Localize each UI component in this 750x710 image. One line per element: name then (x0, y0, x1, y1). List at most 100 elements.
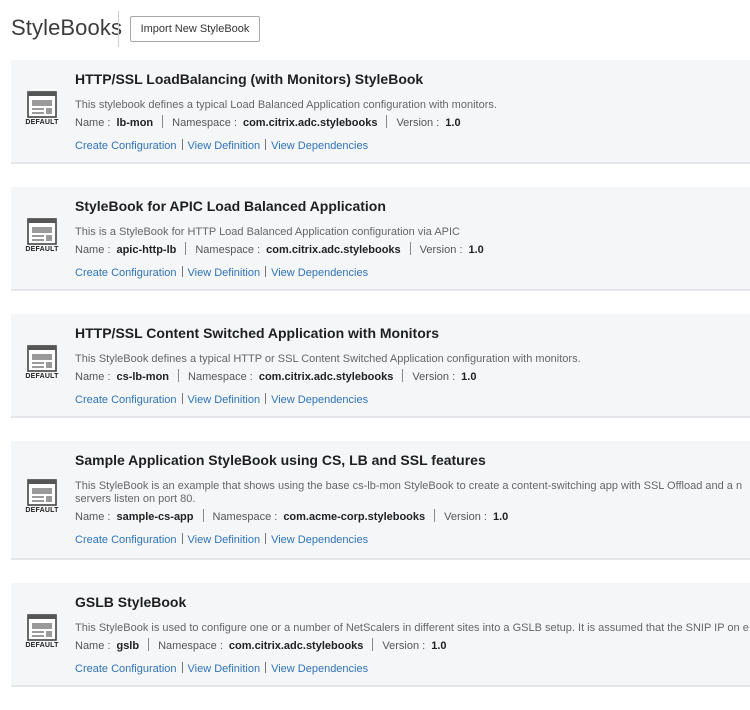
card-body: StyleBook for APIC Load Balanced Applica… (75, 196, 750, 280)
stylebook-title: GSLB StyleBook (75, 594, 187, 610)
default-badge: DEFAULT (25, 246, 59, 253)
name-value: sample-cs-app (116, 511, 194, 523)
namespace-value: com.citrix.adc.stylebooks (266, 244, 401, 256)
view-definition-link[interactable]: View Definition (188, 663, 261, 675)
view-dependencies-link[interactable]: View Dependencies (271, 140, 368, 152)
view-definition-link[interactable]: View Definition (188, 267, 261, 279)
create-configuration-link[interactable]: Create Configuration (75, 534, 177, 546)
create-configuration-link[interactable]: Create Configuration (75, 394, 177, 406)
name-value: apic-http-lb (116, 244, 177, 256)
stylebook-card: DEFAULT StyleBook for APIC Load Balanced… (11, 187, 750, 291)
meta-separator (434, 509, 436, 522)
stylebook-title: Sample Application StyleBook using CS, L… (75, 452, 486, 468)
view-definition-link[interactable]: View Definition (188, 534, 261, 546)
card-body: Sample Application StyleBook using CS, L… (75, 450, 750, 547)
namespace-label: Namespace : (172, 117, 237, 129)
name-label: Name : (75, 511, 111, 523)
namespace-value: com.citrix.adc.stylebooks (258, 371, 394, 383)
stylebook-card: DEFAULT HTTP/SSL Content Switched Applic… (11, 314, 750, 418)
create-configuration-link[interactable]: Create Configuration (75, 663, 177, 675)
document-template-icon (27, 91, 57, 118)
document-template-icon (27, 345, 57, 372)
stylebook-description: This is a StyleBook for HTTP Load Balanc… (75, 226, 461, 238)
meta-separator (372, 638, 374, 651)
stylebook-title: HTTP/SSL Content Switched Application wi… (75, 325, 439, 341)
link-separator (265, 393, 267, 404)
view-definition-link[interactable]: View Definition (188, 140, 261, 152)
page-header: StyleBooks Import New StyleBook (0, 0, 750, 60)
namespace-value: com.acme-corp.stylebooks (283, 511, 426, 523)
meta-separator (178, 369, 180, 382)
stylebook-icon-wrapper: DEFAULT (24, 479, 60, 514)
stylebook-list: DEFAULT HTTP/SSL LoadBalancing (with Mon… (11, 60, 750, 710)
default-badge: DEFAULT (25, 507, 59, 514)
stylebook-meta: Name : lb-mon Namespace : com.citrix.adc.st… (75, 115, 750, 131)
card-body: GSLB StyleBook This StyleBook is used to… (75, 592, 750, 676)
view-dependencies-link[interactable]: View Dependencies (271, 394, 368, 406)
stylebook-card: DEFAULT Sample Application StyleBook usi… (11, 441, 750, 560)
stylebook-icon-wrapper: DEFAULT (24, 91, 60, 126)
meta-separator (402, 369, 404, 382)
link-separator (265, 533, 267, 544)
name-label: Name : (75, 371, 111, 383)
card-body: HTTP/SSL Content Switched Application wi… (75, 323, 750, 407)
stylebook-icon-wrapper: DEFAULT (24, 218, 60, 253)
namespace-value: com.citrix.adc.stylebooks (228, 640, 364, 652)
stylebook-meta: Name : sample-cs-app Namespace : com.acme-c… (75, 509, 750, 525)
version-value: 1.0 (468, 244, 484, 256)
stylebook-meta: Name : cs-lb-mon Namespace : com.citrix.adc… (75, 369, 750, 385)
link-separator (181, 533, 183, 544)
version-label: Version : (419, 244, 463, 256)
stylebook-icon-wrapper: DEFAULT (24, 345, 60, 380)
stylebook-actions: Create Configuration View Definition View … (75, 393, 750, 407)
stylebook-actions: Create Configuration View Definition View … (75, 139, 750, 153)
view-definition-link[interactable]: View Definition (188, 394, 261, 406)
link-separator (181, 393, 183, 404)
stylebook-actions: Create Configuration View Definition View … (75, 662, 750, 676)
meta-separator (202, 509, 204, 522)
name-value: cs-lb-mon (116, 371, 170, 383)
view-dependencies-link[interactable]: View Dependencies (271, 663, 368, 675)
link-separator (181, 266, 183, 277)
create-configuration-link[interactable]: Create Configuration (75, 267, 177, 279)
import-stylebook-button[interactable]: Import New StyleBook (130, 16, 260, 42)
version-value: 1.0 (461, 371, 477, 383)
version-label: Version : (444, 511, 487, 523)
stylebook-actions: Create Configuration View Definition View … (75, 533, 750, 547)
view-dependencies-link[interactable]: View Dependencies (271, 267, 368, 279)
version-label: Version : (412, 371, 456, 383)
stylebook-card: DEFAULT GSLB StyleBook This StyleBook is… (11, 583, 750, 687)
stylebook-icon-wrapper: DEFAULT (24, 614, 60, 649)
default-badge: DEFAULT (25, 642, 59, 649)
namespace-label: Namespace : (158, 640, 223, 652)
meta-separator (185, 242, 187, 255)
default-badge: DEFAULT (25, 119, 59, 126)
create-configuration-link[interactable]: Create Configuration (75, 140, 177, 152)
namespace-label: Namespace : (195, 244, 261, 256)
card-body: HTTP/SSL LoadBalancing (with Monitors) S… (75, 69, 750, 153)
page-title: StyleBooks (11, 15, 123, 40)
stylebook-title: HTTP/SSL LoadBalancing (with Monitors) S… (75, 71, 424, 87)
link-separator (181, 139, 183, 150)
name-label: Name : (75, 244, 111, 256)
view-dependencies-link[interactable]: View Dependencies (271, 534, 368, 546)
namespace-value: com.citrix.adc.stylebooks (242, 117, 378, 129)
stylebook-meta: Name : apic-http-lb Namespace : com.citrix.… (75, 242, 750, 258)
namespace-label: Namespace : (212, 511, 278, 523)
version-value: 1.0 (492, 511, 509, 523)
link-separator (181, 662, 183, 673)
link-separator (265, 266, 267, 277)
name-label: Name : (75, 117, 111, 129)
stylebook-actions: Create Configuration View Definition View … (75, 266, 750, 280)
name-value: gslb (116, 640, 140, 652)
version-value: 1.0 (431, 640, 447, 652)
header-divider (118, 11, 119, 47)
meta-separator (409, 242, 411, 255)
default-badge: DEFAULT (25, 373, 59, 380)
version-label: Version : (382, 640, 426, 652)
stylebook-title: StyleBook for APIC Load Balanced Applica… (75, 198, 386, 214)
stylebook-description: This StyleBook defines a typical HTTP or… (75, 353, 581, 365)
document-template-icon (27, 218, 57, 245)
name-label: Name : (75, 640, 111, 652)
link-separator (265, 139, 267, 150)
